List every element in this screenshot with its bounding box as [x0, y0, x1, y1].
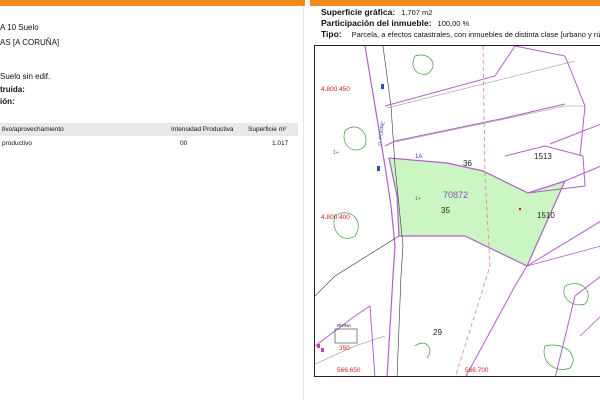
page-gap	[305, 0, 310, 400]
construccion-label: ión:	[0, 97, 15, 106]
map-label-coord-y1: 4.800.450	[321, 86, 350, 93]
localizacion-line: A 10 Suelo	[0, 23, 39, 32]
map-label-1a: 1A	[415, 154, 422, 160]
header-bar-right	[310, 0, 600, 6]
page-divider	[303, 6, 304, 400]
tipo-value: Parcela, a efectos catastrales, con inmu…	[351, 30, 600, 39]
map-label-70872: 70872	[443, 190, 468, 200]
superficie-value: 1.707 m2	[401, 8, 433, 17]
map-label-1513: 1513	[534, 152, 552, 161]
superficie-grafica-row: Superficie gráfica: 1.707 m2	[321, 7, 432, 17]
cell-intensidad: 00	[180, 140, 188, 147]
header-intensidad: Intensidad Productiva	[171, 126, 234, 133]
tipo-row: Tipo: Parcela, a efectos catastrales, con…	[321, 29, 600, 39]
superficie-construida-label: truida:	[0, 85, 25, 94]
cell-cultivo: productivo	[2, 140, 32, 147]
table-row: productivo 00 1.017	[0, 137, 298, 149]
map-label-coord-y3: 350	[339, 345, 350, 352]
map-label-coord-x2: 566.700	[465, 367, 489, 374]
participacion-value: 100,00 %	[437, 19, 470, 28]
municipio-line: AS [A CORUÑA]	[0, 38, 60, 47]
map-label-small-2: 1+	[415, 196, 421, 202]
participacion-row: Participación del inmueble: 100,00 %	[321, 18, 469, 28]
map-label-29: 29	[433, 328, 442, 337]
header-bar-left	[0, 0, 305, 6]
cultivo-table-header: tivo/aprovechamiento Intensidad Producti…	[0, 123, 298, 136]
participacion-label: Participación del inmueble:	[321, 18, 432, 28]
map-label-35: 35	[441, 206, 450, 215]
map-label-ruina: RUINA	[337, 323, 351, 328]
map-label-36: 36	[463, 159, 472, 168]
superficie-label: Superficie gráfica:	[321, 7, 396, 17]
map-label-coord-x1: 566.650	[337, 367, 361, 374]
map-svg: 70872 35 36 1513 1510 29 O. PODRE 4.800.…	[315, 46, 600, 376]
header-cultivo: tivo/aprovechamiento	[2, 126, 64, 133]
map-label-1510: 1510	[537, 211, 555, 220]
cell-superficie: 1.017	[272, 140, 289, 147]
clase-line: Suelo sin edif.	[0, 72, 51, 81]
header-superficie: Superficie m²	[248, 126, 287, 133]
tipo-label: Tipo:	[321, 29, 342, 39]
map-label-coord-y2: 4.800.400	[321, 214, 350, 221]
map-label-small-1: 1+	[333, 150, 339, 156]
cadastral-map[interactable]: 70872 35 36 1513 1510 29 O. PODRE 4.800.…	[314, 45, 600, 377]
